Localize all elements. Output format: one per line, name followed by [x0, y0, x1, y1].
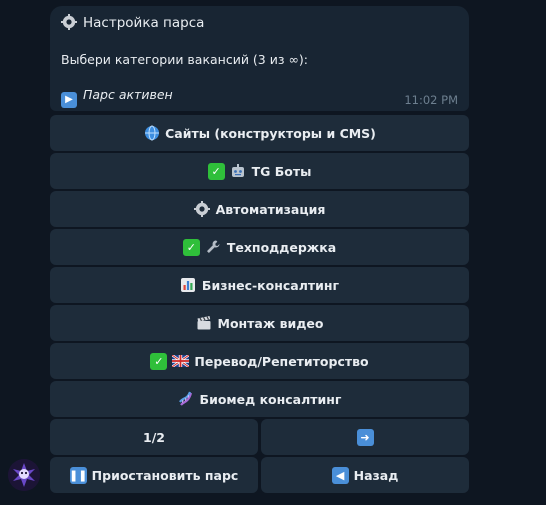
- category-label: Бизнес-консалтинг: [201, 277, 340, 293]
- robot-icon: [230, 163, 247, 180]
- category-button-business-consulting[interactable]: Бизнес-консалтинг: [50, 267, 469, 303]
- globe-icon: [143, 125, 160, 142]
- bot-message: Настройка парса Выбери категории ваканси…: [50, 6, 469, 111]
- pause-parse-button[interactable]: ❚❚ Приостановить парс: [50, 457, 258, 493]
- category-label: Перевод/Репетиторство: [194, 353, 369, 369]
- back-button[interactable]: ◀ Назад: [261, 457, 469, 493]
- message-time: 11:02 PM: [404, 93, 458, 107]
- category-label: Сайты (конструкторы и CMS): [165, 125, 376, 141]
- message-title: Настройка парса: [83, 15, 205, 31]
- pause-label: Приостановить парс: [91, 467, 239, 483]
- category-button-video-editing[interactable]: Монтаж видео: [50, 305, 469, 341]
- back-label: Назад: [353, 467, 399, 483]
- gear-icon: [194, 201, 211, 218]
- dna-icon: [178, 391, 195, 408]
- category-button-translation-tutoring[interactable]: ✓ Перевод/Репетиторство: [50, 343, 469, 379]
- message-status: Парс активен: [83, 87, 173, 102]
- wrench-icon: [205, 239, 222, 256]
- category-label: Техподдержка: [226, 239, 337, 255]
- uk-flag-icon: [172, 353, 190, 370]
- category-label: Монтаж видео: [217, 315, 324, 331]
- category-button-support[interactable]: ✓ Техподдержка: [50, 229, 469, 265]
- category-label: TG Боты: [251, 163, 312, 179]
- clapper-icon: [196, 315, 213, 332]
- chat-area: Настройка парса Выбери категории ваканси…: [0, 0, 546, 505]
- message-status-row: ▶ Парс активен: [61, 87, 173, 108]
- category-label: Автоматизация: [215, 201, 326, 217]
- play-icon: ▶: [61, 92, 77, 108]
- check-icon: ✓: [182, 238, 200, 256]
- left-arrow-icon: ◀: [331, 466, 349, 484]
- category-button-tg-bots[interactable]: ✓ TG Боты: [50, 153, 469, 189]
- message-text: Выбери категории вакансий (3 из ∞):: [61, 52, 308, 67]
- check-icon: ✓: [207, 162, 225, 180]
- bot-avatar[interactable]: [8, 459, 40, 491]
- category-button-sites[interactable]: Сайты (конструкторы и CMS): [50, 115, 469, 151]
- page-indicator: 1/2: [143, 429, 165, 445]
- right-arrow-icon: ➜: [356, 428, 374, 446]
- category-label: Биомед консалтинг: [199, 391, 342, 407]
- bar-chart-icon: [180, 277, 197, 294]
- page-indicator-button[interactable]: 1/2: [50, 419, 258, 455]
- pause-icon: ❚❚: [68, 466, 88, 484]
- next-page-button[interactable]: ➜: [261, 419, 469, 455]
- category-button-automation[interactable]: Автоматизация: [50, 191, 469, 227]
- category-button-biomed-consulting[interactable]: Биомед консалтинг: [50, 381, 469, 417]
- message-title-row: Настройка парса: [61, 14, 204, 32]
- check-icon: ✓: [150, 352, 168, 370]
- gear-icon: [61, 14, 77, 30]
